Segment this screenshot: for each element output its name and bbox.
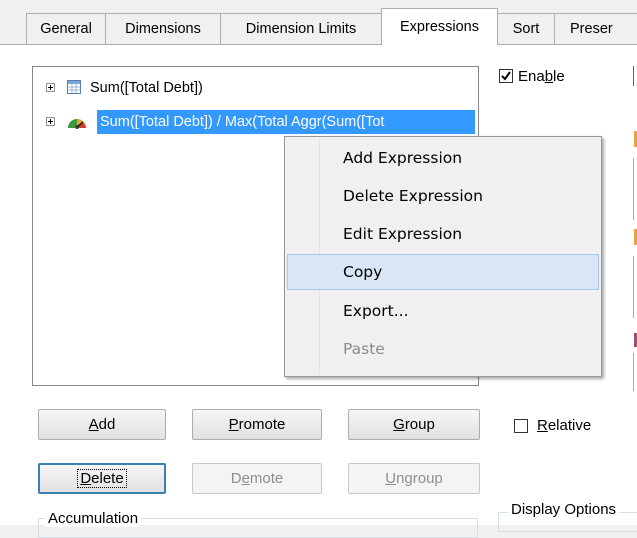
tab-general[interactable]: General (26, 13, 106, 44)
partial-field (633, 353, 637, 391)
tab-presentation[interactable]: Preser (554, 13, 637, 44)
gauge-icon (66, 112, 88, 132)
tree-item-label: Sum([Total Debt]) (90, 80, 203, 96)
promote-button[interactable]: Promote (192, 409, 322, 440)
tree-item-label: Sum([Total Debt]) / Max(Total Aggr(Sum([… (97, 110, 475, 134)
relative-checkbox[interactable] (514, 419, 528, 433)
menu-item-copy[interactable]: Copy (287, 254, 599, 290)
enable-checkbox[interactable] (499, 69, 513, 83)
tab-divider (0, 44, 637, 45)
partial-field-edge (633, 66, 634, 86)
partial-field (633, 256, 637, 318)
menu-item-add-expression[interactable]: Add Expression (287, 140, 599, 176)
expand-icon[interactable] (46, 117, 55, 126)
menu-item-delete-expression[interactable]: Delete Expression (287, 178, 599, 214)
table-icon (66, 79, 82, 95)
context-menu: Add Expression Delete Expression Edit Ex… (284, 136, 602, 377)
menu-item-edit-expression[interactable]: Edit Expression (287, 216, 599, 252)
tab-expressions[interactable]: Expressions (381, 8, 498, 45)
ungroup-button[interactable]: Ungroup (348, 463, 480, 494)
menu-item-export[interactable]: Export... (287, 293, 599, 329)
relative-label[interactable]: Relative (537, 417, 591, 434)
tab-sort[interactable]: Sort (497, 13, 555, 44)
delete-button[interactable]: Delete (38, 463, 166, 494)
tab-dimensions[interactable]: Dimensions (105, 13, 221, 44)
tab-dimension-limits[interactable]: Dimension Limits (220, 13, 382, 44)
expand-icon[interactable] (46, 83, 55, 92)
accumulation-label: Accumulation (45, 510, 142, 527)
display-options-label: Display Options (508, 501, 620, 518)
demote-button[interactable]: Demote (192, 463, 322, 494)
partial-field (633, 158, 637, 220)
menu-item-paste[interactable]: Paste (287, 331, 599, 367)
add-button[interactable]: Add (38, 409, 166, 440)
group-button[interactable]: Group (348, 409, 480, 440)
enable-label[interactable]: Enable (518, 68, 565, 85)
